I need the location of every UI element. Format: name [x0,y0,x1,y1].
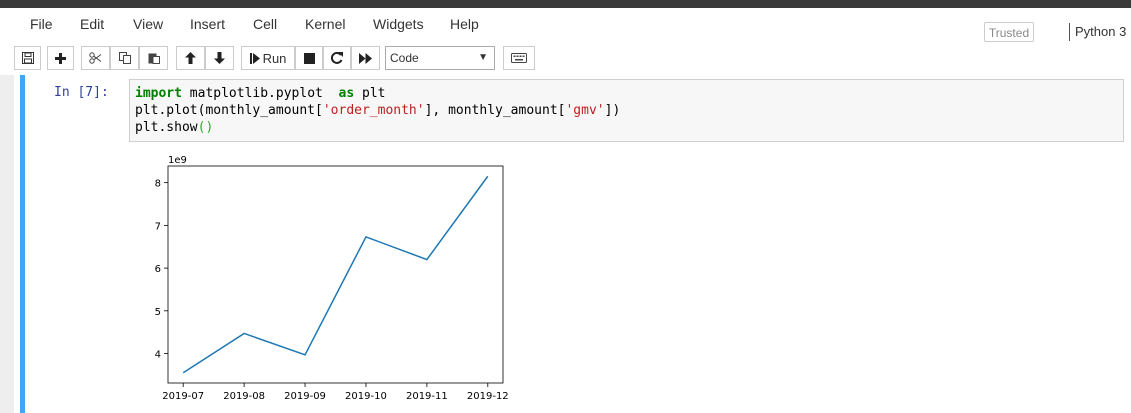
code-line: import matplotlib.pyplot as plt [135,86,386,101]
menu-cell[interactable]: Cell [253,16,277,32]
x-tick-label: 2019-07 [162,391,204,402]
selected-cell-indicator [20,75,25,413]
restart-button[interactable] [323,46,351,70]
toolbar: Run Code ▼ [0,42,1131,75]
paste-button[interactable] [139,46,168,70]
y-tick-label: 8 [155,179,161,190]
restart-run-all-button[interactable] [351,46,380,70]
output-line-chart: 4 5 6 7 8 2019-07 2019-08 2019-09 2019-10 2019-11… [155,155,509,402]
menu-kernel[interactable]: Kernel [305,16,345,32]
keyboard-icon [511,53,527,63]
cut-button[interactable] [81,46,110,70]
menu-insert[interactable]: Insert [190,16,225,32]
code-line: plt.plot(monthly_amount['order_month'], … [135,103,621,118]
cell-type-value: Code [390,51,419,65]
run-button[interactable]: Run [241,46,295,70]
kernel-name[interactable]: Python 3 [1075,24,1126,39]
plus-icon [55,52,66,64]
insert-cell-button[interactable] [47,46,74,70]
arrow-up-icon [185,52,196,64]
y-offset-label: 1e9 [168,155,187,166]
trusted-badge[interactable]: Trusted [984,22,1034,42]
window-top-strip [0,0,1131,8]
menu-bar: File Edit View Insert Cell Kernel Widget… [0,8,1131,42]
input-prompt: In [7]: [54,85,109,100]
arrow-down-icon [214,52,225,64]
y-tick-label: 7 [155,221,161,232]
x-tick-label: 2019-09 [284,391,326,402]
notebook-area: In [7]: import matplotlib.pyplot as plt … [14,75,1131,413]
x-tick-label: 2019-12 [467,391,509,402]
run-icon [249,52,260,64]
cell-type-select[interactable]: Code ▼ [385,46,495,70]
move-up-button[interactable] [176,46,205,70]
interrupt-button[interactable] [295,46,323,70]
stop-icon [303,52,315,64]
command-palette-button[interactable] [503,46,535,70]
y-tick-label: 4 [155,350,161,361]
menu-help[interactable]: Help [450,16,479,32]
x-tick-label: 2019-08 [223,391,265,402]
menu-widgets[interactable]: Widgets [373,16,424,32]
x-tick-label: 2019-11 [406,391,448,402]
cut-icon [89,52,102,64]
code-line: plt.show() [135,120,214,135]
restart-icon [331,52,343,64]
fast-forward-icon [359,52,372,64]
kernel-divider [1069,23,1070,41]
run-label: Run [262,50,287,66]
menu-edit[interactable]: Edit [80,16,104,32]
code-editor[interactable]: import matplotlib.pyplot as plt plt.plot… [129,79,1124,142]
y-tick-label: 6 [155,264,161,275]
chevron-down-icon: ▼ [478,52,488,63]
x-tick-label: 2019-10 [345,391,387,402]
move-down-button[interactable] [205,46,234,70]
copy-icon [118,52,131,64]
save-button[interactable] [14,46,41,70]
copy-button[interactable] [110,46,139,70]
paste-icon [148,53,160,64]
menu-file[interactable]: File [30,16,53,32]
menu-view[interactable]: View [133,16,163,32]
y-tick-label: 5 [155,307,161,318]
save-icon [21,52,34,64]
